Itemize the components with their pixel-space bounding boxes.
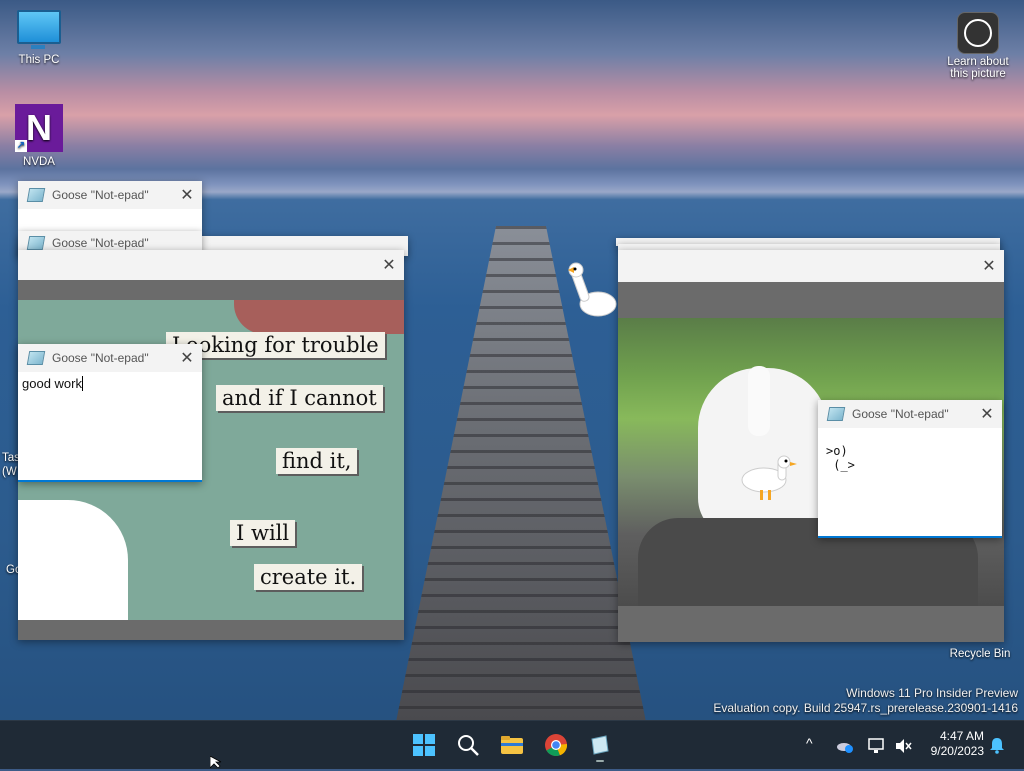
- close-button[interactable]: ✕: [972, 404, 1002, 424]
- notepad-text-area[interactable]: good work: [18, 372, 202, 395]
- shortcut-arrow-icon: ↗: [15, 140, 27, 152]
- close-button[interactable]: ✕: [172, 348, 202, 368]
- learn-about-line1: Learn about: [947, 56, 1009, 68]
- notepad-window-ascii[interactable]: Goose "Not-epad" ✕ >o) (_>: [818, 400, 1002, 538]
- notepad-text-area[interactable]: >o) (_>: [818, 428, 1002, 488]
- camera-icon: [957, 12, 999, 54]
- poster-red-blob: [234, 300, 404, 334]
- close-button[interactable]: ✕: [374, 255, 404, 275]
- ascii-goose-line2: (_>: [826, 458, 855, 472]
- poster-line-5: create it.: [254, 564, 363, 590]
- taskbar: ^ 4:47 AM 9/20/2023: [0, 720, 1024, 769]
- chrome-icon[interactable]: [544, 733, 568, 757]
- poster-line-3: find it,: [276, 448, 358, 474]
- notification-bell-icon[interactable]: [988, 736, 1006, 754]
- notepad-icon: [26, 236, 46, 250]
- nvda-icon: N ↗: [15, 104, 63, 152]
- notepad-text: good work: [22, 376, 82, 391]
- title-bar[interactable]: Goose "Not-epad" ✕: [818, 400, 1002, 428]
- desktop-goose[interactable]: [566, 260, 618, 323]
- learn-about-picture[interactable]: Learn about this picture: [940, 12, 1016, 80]
- clipped-desktop-label: (W: [2, 466, 17, 478]
- ascii-goose-line1: >o): [826, 444, 848, 458]
- network-icon[interactable]: [868, 737, 886, 755]
- monitor-icon: [17, 10, 61, 49]
- poster-white-blob: [18, 500, 128, 620]
- window-title: Goose "Not-epad": [52, 188, 149, 202]
- clock[interactable]: 4:47 AM 9/20/2023: [920, 729, 984, 759]
- poster-line-2: and if I cannot: [216, 385, 383, 411]
- window-title: Goose "Not-epad": [52, 351, 149, 365]
- text-cursor: [81, 376, 87, 391]
- active-indicator: [596, 760, 604, 762]
- close-button[interactable]: ✕: [172, 185, 202, 205]
- poster-line-4: I will: [230, 520, 296, 546]
- folder-icon[interactable]: [500, 733, 524, 757]
- notepad-icon: [26, 188, 46, 202]
- onedrive-status-icon[interactable]: [836, 737, 854, 755]
- window-title: Goose "Not-epad": [52, 236, 149, 250]
- desktop-icon-recycle-bin[interactable]: Recycle Bin: [940, 648, 1020, 660]
- notepad-icon: [26, 351, 46, 365]
- desktop-goose[interactable]: [740, 454, 800, 507]
- watermark-line1: Windows 11 Pro Insider Preview: [846, 686, 1018, 700]
- desktop-icon-label: NVDA: [23, 156, 55, 168]
- notepad-window-back-1[interactable]: Goose "Not-epad" ✕: [18, 181, 202, 231]
- title-bar[interactable]: Goose "Not-epad" ✕: [18, 344, 202, 372]
- learn-about-line2: this picture: [950, 68, 1006, 80]
- clock-time: 4:47 AM: [939, 729, 984, 743]
- window-title: Goose "Not-epad": [852, 407, 949, 421]
- notepad-icon[interactable]: [588, 733, 612, 762]
- title-bar[interactable]: ✕: [618, 250, 1004, 282]
- close-button[interactable]: ✕: [974, 256, 1004, 276]
- video-goose-neck: [748, 366, 770, 436]
- title-bar[interactable]: Goose "Not-epad" ✕: [18, 181, 202, 209]
- desktop-icon-nvda[interactable]: N ↗ NVDA: [12, 104, 66, 168]
- volume-muted-icon[interactable]: [894, 737, 912, 755]
- desktop-icon-this-pc[interactable]: This PC: [10, 10, 68, 66]
- desktop-icon-label: Recycle Bin: [949, 648, 1011, 660]
- mouse-cursor-icon: [209, 755, 222, 771]
- windows-start-icon[interactable]: [412, 733, 436, 757]
- tray-chevron-icon[interactable]: ^: [806, 735, 813, 751]
- notepad-icon: [826, 407, 846, 421]
- notepad-window-good-work[interactable]: Goose "Not-epad" ✕ good work: [18, 344, 202, 482]
- title-bar[interactable]: ✕: [18, 250, 404, 280]
- desktop-icon-label: This PC: [18, 54, 60, 66]
- search-icon[interactable]: [456, 733, 480, 757]
- watermark-line2: Evaluation copy. Build 25947.rs_prerelea…: [713, 701, 1018, 715]
- clock-date: 9/20/2023: [930, 744, 984, 758]
